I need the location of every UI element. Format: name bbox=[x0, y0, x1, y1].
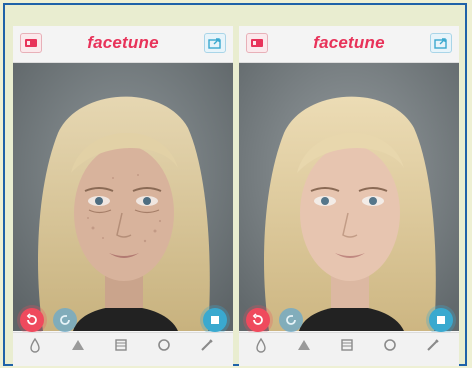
smooth-drop-icon bbox=[30, 337, 40, 353]
tool-details[interactable] bbox=[103, 337, 139, 353]
tool-details[interactable] bbox=[329, 337, 365, 353]
top-bar: facetune bbox=[13, 26, 233, 63]
redo-button[interactable] bbox=[53, 308, 77, 332]
details-square-icon bbox=[115, 339, 127, 351]
smooth-drop-icon bbox=[256, 337, 266, 353]
share-icon bbox=[434, 38, 447, 49]
tool-smooth[interactable] bbox=[243, 337, 279, 353]
compare-icon bbox=[211, 316, 219, 324]
whiten-triangle-icon bbox=[72, 340, 84, 350]
portrait-photo-before[interactable] bbox=[13, 63, 233, 331]
undo-icon bbox=[26, 313, 37, 325]
share-button[interactable] bbox=[204, 33, 226, 53]
portrait-photo-after[interactable] bbox=[239, 63, 459, 331]
redo-icon bbox=[286, 315, 296, 325]
app-logo: facetune bbox=[313, 33, 385, 52]
undo-button[interactable] bbox=[246, 308, 270, 332]
tool-smooth[interactable] bbox=[17, 337, 53, 353]
compare-button[interactable] bbox=[429, 308, 453, 332]
phone-panel-after: facetune bbox=[239, 26, 459, 366]
tool-refine[interactable] bbox=[372, 337, 408, 353]
bottom-toolbar bbox=[13, 332, 233, 366]
compare-button[interactable] bbox=[203, 308, 227, 332]
tool-refine[interactable] bbox=[146, 337, 182, 353]
refine-circle-icon bbox=[158, 339, 170, 351]
top-bar: facetune bbox=[239, 26, 459, 63]
redo-button[interactable] bbox=[279, 308, 303, 332]
whiten-triangle-icon bbox=[298, 340, 310, 350]
tool-patch[interactable] bbox=[189, 337, 225, 353]
details-square-icon bbox=[341, 339, 353, 351]
share-icon bbox=[208, 38, 221, 49]
undo-button[interactable] bbox=[20, 308, 44, 332]
patch-brush-icon bbox=[427, 339, 439, 351]
bottom-toolbar bbox=[239, 332, 459, 366]
tool-whiten[interactable] bbox=[286, 337, 322, 353]
share-button[interactable] bbox=[430, 33, 452, 53]
undo-icon bbox=[252, 313, 263, 325]
phone-panel-before: facetune bbox=[13, 26, 233, 366]
app-logo: facetune bbox=[87, 33, 159, 52]
refine-circle-icon bbox=[384, 339, 396, 351]
tool-patch[interactable] bbox=[415, 337, 451, 353]
redo-icon bbox=[60, 315, 70, 325]
compare-icon bbox=[437, 316, 445, 324]
tool-whiten[interactable] bbox=[60, 337, 96, 353]
patch-brush-icon bbox=[201, 339, 213, 351]
